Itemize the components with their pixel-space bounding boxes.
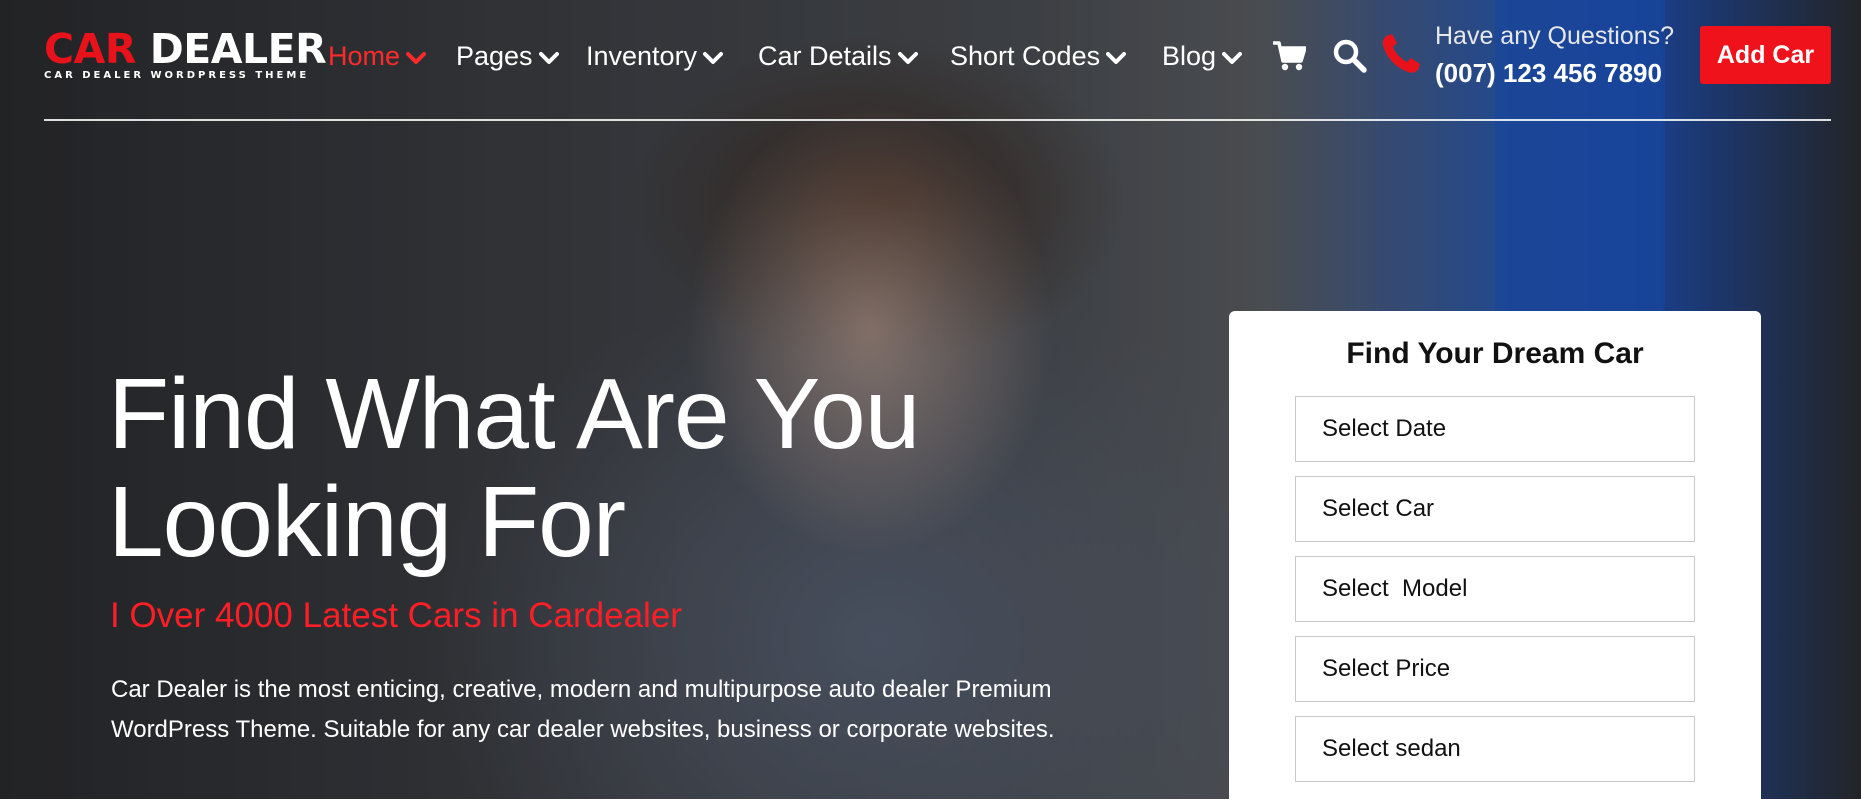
nav-item-label: Car Details [758,40,892,71]
select-car-field[interactable]: Select Car [1295,476,1695,542]
chevron-down-icon [897,41,918,72]
logo-tagline: CAR DEALER WORDPRESS THEME [44,70,310,81]
nav-item-short-codes[interactable]: Short Codes [950,34,1127,78]
nav-item-blog[interactable]: Blog [1162,34,1243,78]
search-card-title: Find Your Dream Car [1346,337,1644,370]
select-date-field[interactable]: Select Date [1295,396,1695,462]
chevron-down-icon [406,41,427,72]
search-icon[interactable] [1332,38,1368,79]
chevron-down-icon [1106,41,1127,72]
site-logo[interactable]: CAR DEALER CAR DEALER WORDPRESS THEME [44,25,327,81]
hero-headline: Find What Are You Looking For [108,360,1108,576]
nav-item-inventory[interactable]: Inventory [586,34,724,78]
chevron-down-icon [703,41,724,72]
add-car-button[interactable]: Add Car [1700,26,1831,84]
logo-word-dealer: DEALER [149,25,327,73]
contact-question: Have any Questions? [1435,22,1675,50]
chevron-down-icon [1222,41,1243,72]
logo-word-car: CAR [44,25,136,73]
nav-item-label: Inventory [586,40,698,71]
hero-headline-line2: Looking For [108,466,626,578]
nav-item-home[interactable]: Home [328,34,427,78]
logo-wordmark: CAR DEALER [44,25,327,73]
header-divider [44,119,1831,121]
search-card: Find Your Dream Car Select Date Select C… [1229,311,1761,811]
contact-phone[interactable]: (007) 123 456 7890 [1435,58,1662,89]
chevron-down-icon [538,41,559,72]
hero-tagline: I Over 4000 Latest Cars in Cardealer [110,596,682,635]
hero-description: Car Dealer is the most enticing, creativ… [111,676,1055,743]
nav-item-label: Home [328,40,401,71]
phone-icon [1380,32,1422,81]
select-price-field[interactable]: Select Price [1295,636,1695,702]
select-body-type-field[interactable]: Select sedan [1295,716,1695,782]
nav-item-label: Short Codes [950,40,1101,71]
nav-item-car-details[interactable]: Car Details [758,34,918,78]
nav-item-pages[interactable]: Pages [456,34,559,78]
select-model-field[interactable]: Select Model [1295,556,1695,622]
nav-item-label: Pages [456,40,533,71]
hero-headline-line1: Find What Are You [108,358,920,470]
cart-icon[interactable] [1272,40,1307,77]
nav-item-label: Blog [1162,40,1217,71]
